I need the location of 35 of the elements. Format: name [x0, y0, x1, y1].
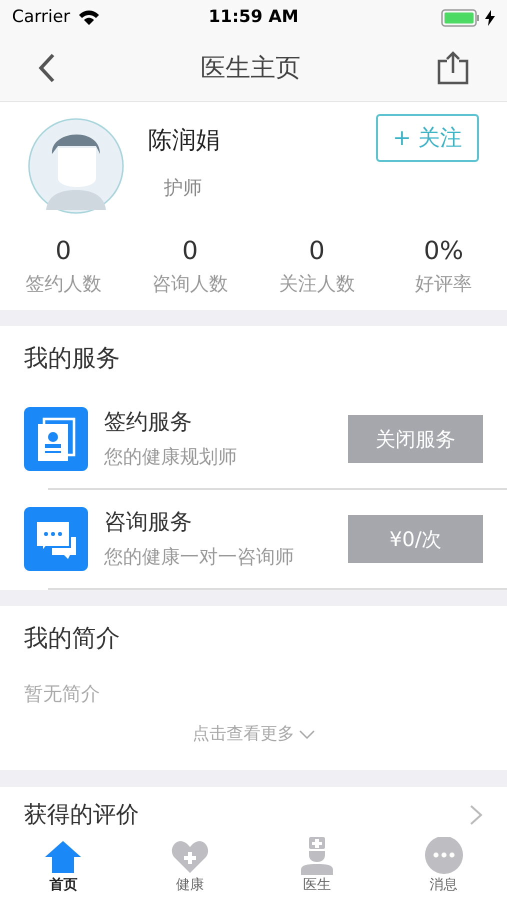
- contact-card-icon: [24, 407, 88, 471]
- wifi-icon: [78, 10, 100, 26]
- stat-label: 好评率: [415, 272, 472, 296]
- clock-text: 11:59 AM: [208, 6, 299, 29]
- charging-icon: [484, 10, 495, 26]
- doctor-role: 护师: [164, 176, 203, 201]
- section-heading: 我的服务: [23, 343, 121, 374]
- service-description: 您的健康一对一咨询师: [104, 545, 295, 570]
- service-name: 咨询服务: [104, 509, 193, 538]
- stat-label: 咨询人数: [152, 272, 228, 296]
- page-title: 医生主页: [200, 52, 300, 84]
- section-heading: 我的简介: [23, 623, 121, 654]
- chevron-down-icon: [298, 730, 314, 740]
- share-icon[interactable]: [437, 51, 469, 85]
- stat-label: 签约人数: [25, 272, 102, 296]
- intro-text: 暂无简介: [23, 682, 101, 707]
- stat-value: 0: [55, 235, 72, 267]
- stat-label: 关注人数: [278, 272, 355, 296]
- home-icon: [43, 839, 84, 875]
- carrier-text: Carrier: [12, 6, 70, 29]
- service-description: 您的健康规划师: [104, 445, 238, 470]
- tab-bar-item[interactable]: 消息: [380, 831, 507, 900]
- tab-bar-item[interactable]: 首页: [0, 831, 127, 900]
- battery-icon: [440, 8, 481, 28]
- stat-value: 0: [308, 235, 325, 267]
- chat-bubble-icon: [424, 837, 464, 875]
- stat-value: 0%: [424, 235, 464, 267]
- doctor-name: 陈润娟: [148, 125, 220, 156]
- heart-plus-icon: [170, 839, 210, 875]
- chat-bubbles-icon: [24, 507, 88, 571]
- stat-value: 0: [182, 235, 198, 267]
- section-heading: 获得的评价: [24, 800, 139, 830]
- service-name: 签约服务: [104, 409, 193, 438]
- tab-bar-item[interactable]: 健康: [126, 831, 254, 900]
- tab-bar-item[interactable]: 医生: [254, 831, 380, 900]
